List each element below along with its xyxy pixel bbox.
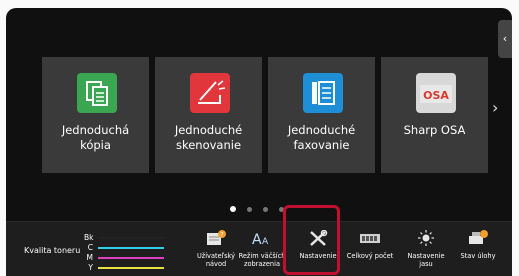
bottom-bar: Kvalita toneru Bk C M Y ? Užívateľský ná… xyxy=(6,221,512,276)
tile-label: Jednoduché faxovanie xyxy=(287,123,356,152)
large-text-icon: A A xyxy=(252,230,272,248)
side-panel-toggle[interactable]: ‹ xyxy=(498,20,512,58)
tile-easy-copy[interactable]: Jednoduchá kópia xyxy=(42,57,149,173)
job-status-button[interactable]: Stav úlohy xyxy=(454,222,502,276)
total-count-button[interactable]: Celkový počet xyxy=(346,222,394,276)
brightness-icon xyxy=(416,230,436,246)
icon-caption: Celkový počet xyxy=(346,252,394,260)
scan-icon xyxy=(190,73,230,113)
toner-level-bar xyxy=(98,247,164,249)
chevron-right-icon: › xyxy=(492,98,499,117)
home-screen: ‹ Jednoduchá kópia Jednoduché skenovanie… xyxy=(6,8,512,276)
tile-label: Jednoduché skenovanie xyxy=(174,123,243,152)
svg-text:OSA: OSA xyxy=(423,89,449,102)
chevron-left-icon: ‹ xyxy=(502,32,508,45)
job-status-icon xyxy=(468,230,488,246)
fax-icon xyxy=(303,73,343,113)
large-display-mode-button[interactable]: A A Režim väčších zobrazenia xyxy=(238,222,286,276)
page-dot[interactable] xyxy=(247,207,252,212)
svg-text:A: A xyxy=(252,232,262,246)
toner-level-bar xyxy=(98,237,164,239)
svg-text:?: ? xyxy=(220,232,223,239)
copy-icon xyxy=(77,73,117,113)
settings-highlight-frame xyxy=(283,205,340,275)
svg-text:A: A xyxy=(262,237,269,246)
page-dot[interactable] xyxy=(230,206,236,212)
next-page-arrow[interactable]: › xyxy=(492,98,498,117)
tile-easy-scan[interactable]: Jednoduché skenovanie xyxy=(155,57,262,173)
tile-label: Sharp OSA xyxy=(403,123,466,137)
page-dot[interactable] xyxy=(263,207,268,212)
manual-icon: ? xyxy=(206,230,226,246)
tile-sharp-osa[interactable]: OSA Sharp OSA xyxy=(381,57,488,173)
counter-icon xyxy=(360,230,380,246)
tile-easy-fax[interactable]: Jednoduché faxovanie xyxy=(268,57,375,173)
toner-quality-label: Kvalita toneru xyxy=(24,246,81,255)
toner-level-bar xyxy=(98,267,164,269)
icon-caption: Nastavenie jasu xyxy=(407,252,445,268)
sharp-osa-logo: OSA xyxy=(416,73,456,113)
brightness-settings-button[interactable]: Nastavenie jasu xyxy=(402,222,450,276)
tile-label: Jednoduchá kópia xyxy=(61,123,130,152)
toner-level-bar xyxy=(98,257,164,259)
icon-caption: Stav úlohy xyxy=(460,252,496,260)
